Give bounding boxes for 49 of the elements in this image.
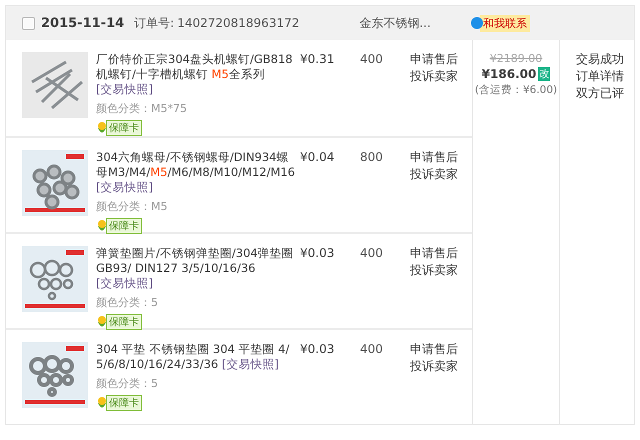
action-link[interactable]: 申请售后 xyxy=(410,150,458,165)
action-link[interactable]: 申请售后 xyxy=(410,246,458,261)
snapshot-link[interactable]: [交易快照] xyxy=(222,357,279,371)
unit-price: ¥0.04 xyxy=(300,150,336,166)
quantity: 800 xyxy=(360,150,384,166)
status-link[interactable]: 双方已评 xyxy=(576,86,624,101)
order-number-label: 订单号: xyxy=(134,14,174,32)
checkbox[interactable] xyxy=(22,16,35,30)
flower-icon xyxy=(96,315,108,329)
unit-price: ¥0.03 xyxy=(300,342,336,358)
guarantee-card-link[interactable]: 保障卡 xyxy=(106,120,142,136)
quantity: 400 xyxy=(360,52,384,68)
action-link[interactable]: 投诉卖家 xyxy=(410,359,458,374)
guarantee-card-link[interactable]: 保障卡 xyxy=(106,218,142,234)
action-link[interactable]: 投诉卖家 xyxy=(410,263,458,278)
action-link[interactable]: 申请售后 xyxy=(410,342,458,357)
unit-price: ¥0.31 xyxy=(300,52,336,68)
flower-icon xyxy=(96,396,108,410)
guarantee-card-link[interactable]: 保障卡 xyxy=(106,395,142,411)
contact-button[interactable]: 和我联系 xyxy=(480,14,530,32)
product-variant: 颜色分类：5 xyxy=(96,295,159,310)
snapshot-link[interactable]: [交易快照] xyxy=(96,276,153,290)
order-date: 2015-11-14 xyxy=(41,16,124,30)
product-variant: 颜色分类：5 xyxy=(96,376,159,391)
flower-icon xyxy=(96,219,108,233)
order-number: 1402720818963172 xyxy=(177,16,300,30)
shop-name[interactable]: 金东不锈钢... xyxy=(359,14,431,32)
guarantee-card-link[interactable]: 保障卡 xyxy=(106,314,142,330)
quantity: 400 xyxy=(360,342,384,358)
product-title[interactable]: 弹簧垫圈片/不锈钢弹垫圈/304弹垫圈GB93/ DIN127 3/5/10/16/36 [交易快照] xyxy=(96,246,296,291)
product-title[interactable]: 304六角螺母/不锈钢螺母/DIN934螺母M3/M4/M5/M6/M8/M10/M12/M16 [交易快照] xyxy=(96,150,296,195)
action-link[interactable]: 申请售后 xyxy=(410,52,458,67)
original-price: ¥2189.00 xyxy=(490,52,542,65)
snapshot-link[interactable]: [交易快照] xyxy=(96,82,153,96)
chat-bubble-icon xyxy=(470,17,483,29)
status-link[interactable]: 订单详情 xyxy=(576,69,624,84)
action-link[interactable]: 投诉卖家 xyxy=(410,167,458,182)
product-title[interactable]: 304 平垫 不锈钢垫圈 304 平垫圈 4/5/6/8/10/16/24/33/36 [交易快照] xyxy=(96,342,296,372)
flower-icon xyxy=(96,121,108,135)
total-amount: ¥186.00 xyxy=(482,67,536,81)
action-link[interactable]: 投诉卖家 xyxy=(410,69,458,84)
snapshot-link[interactable]: [交易快照] xyxy=(96,180,153,194)
quantity: 400 xyxy=(360,246,384,262)
product-variant: 颜色分类：M5*75 xyxy=(96,101,188,116)
product-variant: 颜色分类：M5 xyxy=(96,199,168,214)
unit-price: ¥0.03 xyxy=(300,246,336,262)
product-title[interactable]: 厂价特价正宗304盘头机螺钉/GB818机螺钉/十字槽机螺钉 M5全系列 [交易快照] xyxy=(96,52,296,97)
order-status[interactable]: 交易成功 xyxy=(576,52,624,67)
shipping-note: (含运费：¥6.00) xyxy=(474,83,558,97)
